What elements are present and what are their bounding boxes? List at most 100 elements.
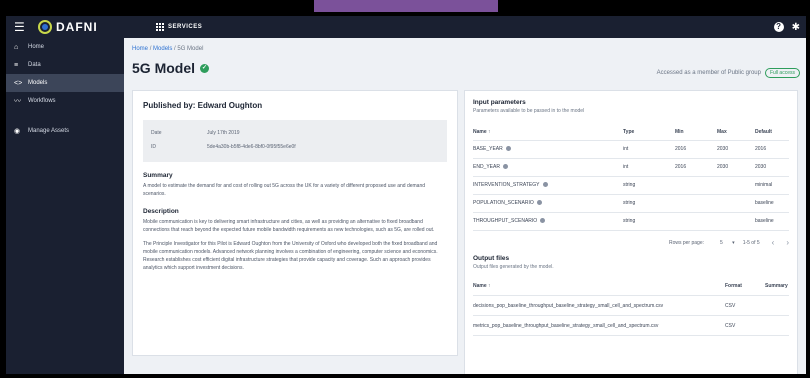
- description-paragraph: Mobile communication is key to deliverin…: [143, 219, 435, 233]
- metadata-box: Date July 17th 2019 ID 5de4a30b-b5f8-4de…: [143, 120, 447, 162]
- info-icon[interactable]: [542, 182, 548, 188]
- services-label: SERVICES: [168, 24, 203, 30]
- sidebar-divider: [6, 110, 124, 122]
- pagination-range: 1-5 of 5: [742, 239, 760, 246]
- param-max: [717, 194, 755, 213]
- param-name-text: THROUGHPUT_SCENARIO: [473, 218, 538, 224]
- param-type: string: [623, 212, 675, 231]
- breadcrumb-separator: /: [149, 46, 152, 52]
- column-header-name[interactable]: Name ↑: [473, 277, 725, 296]
- chevron-right-icon[interactable]: ›: [786, 238, 789, 247]
- sidebar-item-data[interactable]: ≡ Data: [6, 56, 124, 74]
- access-badge: Full access: [764, 68, 800, 78]
- gear-icon[interactable]: ✱: [792, 22, 800, 33]
- data-icon: ≡: [14, 61, 19, 69]
- description-heading: Description: [143, 208, 179, 215]
- table-row: POPULATION_SCENARIO string baseline: [473, 194, 789, 213]
- column-header-max: Max: [717, 124, 755, 141]
- model-details-card: Published by: Edward Oughton Date July 1…: [132, 90, 458, 356]
- param-min: 2016: [675, 140, 717, 159]
- table-row: END_YEAR int 2016 2030 2030: [473, 158, 789, 177]
- logo-icon: [38, 20, 52, 34]
- output-files-table: Name ↑ Format Summary decisions_pop_base…: [473, 277, 789, 336]
- services-menu[interactable]: SERVICES: [156, 23, 202, 31]
- sidebar-item-models[interactable]: <> Models: [6, 74, 124, 92]
- rows-per-page-select[interactable]: 5 ▾: [712, 240, 735, 246]
- description-paragraph: The Principle Investigator for this Pilo…: [143, 241, 438, 271]
- param-min: [675, 194, 717, 213]
- logo[interactable]: DAFNI: [38, 20, 134, 34]
- param-type: int: [623, 158, 675, 177]
- workflow-icon: 〰: [14, 98, 21, 105]
- rows-per-page-label: Rows per page:: [668, 239, 704, 246]
- file-summary: [765, 315, 789, 336]
- table-row: BASE_YEAR int 2016 2030 2016: [473, 140, 789, 159]
- sidebar-item-label: Home: [28, 44, 45, 50]
- breadcrumb-home[interactable]: Home: [132, 46, 148, 52]
- input-parameters-table: Name ↑ Type Min Max Default BASE_YEAR in…: [473, 124, 789, 231]
- chevron-down-icon: ▾: [732, 239, 735, 246]
- access-info: Accessed as a member of Public group Ful…: [657, 68, 800, 78]
- sidebar: ⌂ Home ≡ Data <> Models 〰 Workflows ◉ Ma…: [6, 38, 124, 374]
- meta-key: ID: [151, 144, 156, 150]
- breadcrumb-current: 5G Model: [177, 46, 204, 52]
- parameters-card: Input parameters Parameters available to…: [464, 90, 798, 374]
- param-max: 2030: [717, 140, 755, 159]
- check-circle-icon: ✓: [200, 63, 210, 73]
- summary-heading: Summary: [143, 172, 173, 179]
- app-window: ☰ DAFNI SERVICES ? ✱ ⌂ Home ≡ Data <> Mo…: [6, 16, 806, 374]
- output-files-heading: Output files: [473, 254, 510, 262]
- sidebar-item-label: Models: [28, 80, 48, 86]
- meta-row-date: Date July 17th 2019: [151, 126, 439, 140]
- column-header-name[interactable]: Name ↑: [473, 124, 623, 141]
- param-name-text: BASE_YEAR: [473, 146, 503, 152]
- column-header-min: Min: [675, 124, 717, 141]
- breadcrumb-models[interactable]: Models: [153, 46, 172, 52]
- page-title-text: 5G Model: [132, 60, 196, 76]
- file-summary: [765, 295, 789, 316]
- home-icon: ⌂: [14, 43, 19, 51]
- column-header-type: Type: [623, 124, 675, 141]
- meta-row-id: ID 5de4a30b-b5f8-4de6-8bf0-0f95f55e6e0f: [151, 140, 439, 154]
- main-content: Home / Models / 5G Model 5G Model ✓ Acce…: [124, 38, 806, 374]
- meta-value: July 17th 2019: [207, 130, 240, 136]
- info-icon[interactable]: [540, 218, 546, 224]
- param-name: THROUGHPUT_SCENARIO: [473, 212, 623, 231]
- file-name: decisions_pop_baseline_throughput_baseli…: [473, 295, 725, 316]
- chevron-left-icon[interactable]: ‹: [772, 238, 775, 247]
- access-text: Accessed as a member of Public group: [656, 70, 761, 76]
- table-row: INTERVENTION_STRATEGY string minimal: [473, 176, 789, 195]
- sidebar-item-workflows[interactable]: 〰 Workflows: [6, 92, 124, 110]
- param-max: [717, 176, 755, 195]
- param-min: [675, 212, 717, 231]
- rows-per-page-value: 5: [720, 239, 723, 246]
- breadcrumb: Home / Models / 5G Model: [132, 46, 203, 52]
- sidebar-item-label: Manage Assets: [28, 128, 70, 134]
- param-name: INTERVENTION_STRATEGY: [473, 176, 623, 195]
- eye-icon: ◉: [14, 128, 21, 135]
- column-header-format: Format: [725, 277, 765, 296]
- param-default: baseline: [755, 212, 789, 231]
- table-header-row: Name ↑ Type Min Max Default: [473, 124, 789, 141]
- param-default: minimal: [755, 176, 789, 195]
- sidebar-item-label: Workflows: [28, 98, 56, 104]
- param-name-text: POPULATION_SCENARIO: [473, 200, 534, 206]
- menu-icon[interactable]: ☰: [14, 20, 32, 34]
- sidebar-item-home[interactable]: ⌂ Home: [6, 38, 124, 56]
- table-row: decisions_pop_baseline_throughput_baseli…: [473, 295, 789, 316]
- param-name: POPULATION_SCENARIO: [473, 194, 623, 213]
- top-bar: ☰ DAFNI SERVICES ? ✱: [6, 16, 806, 38]
- meta-key: Date: [151, 130, 162, 136]
- file-format: CSV: [725, 295, 765, 316]
- param-name-text: END_YEAR: [473, 164, 500, 170]
- param-max: [717, 212, 755, 231]
- info-icon[interactable]: [505, 146, 511, 152]
- info-icon[interactable]: [536, 200, 542, 206]
- help-icon[interactable]: ?: [773, 22, 784, 32]
- param-min: 2016: [675, 158, 717, 177]
- table-row: THROUGHPUT_SCENARIO string baseline: [473, 212, 789, 231]
- column-header-default: Default: [755, 124, 789, 141]
- screen-frame: ☰ DAFNI SERVICES ? ✱ ⌂ Home ≡ Data <> Mo…: [0, 0, 810, 378]
- sidebar-item-manage-assets[interactable]: ◉ Manage Assets: [6, 122, 124, 140]
- info-icon[interactable]: [502, 164, 508, 170]
